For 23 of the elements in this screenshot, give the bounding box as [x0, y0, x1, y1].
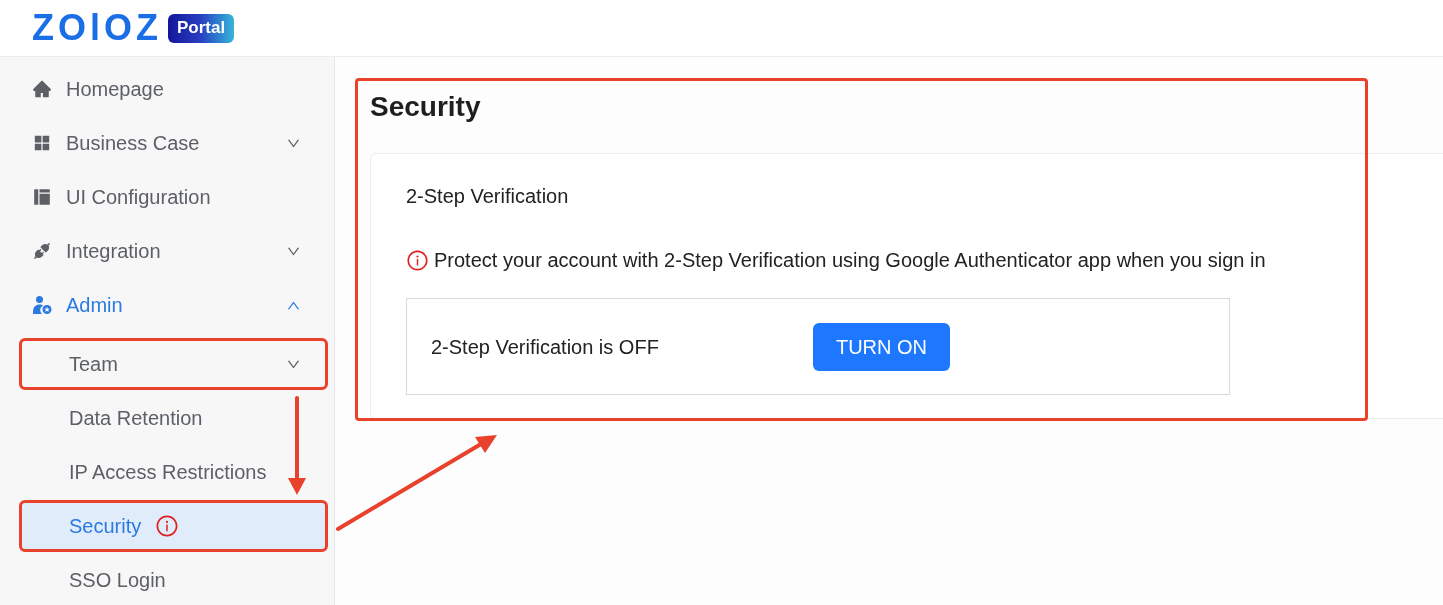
menu-item[interactable]: Security [22, 503, 325, 549]
portal-badge: Portal [168, 13, 235, 43]
home-icon [32, 79, 52, 99]
menu-item[interactable]: Admin [22, 282, 325, 328]
logo: ZOlOZ [32, 8, 162, 48]
info-icon [406, 248, 429, 272]
menu-item[interactable]: Team [22, 341, 325, 387]
menu-item[interactable]: SSO Login [22, 557, 325, 603]
notice-text: Protect your account with 2-Step Verification using Google Authenticator app when you sign in [434, 248, 1266, 273]
layout-icon [32, 187, 52, 207]
menu-item[interactable]: Data Retention [22, 395, 325, 441]
turn-on-button[interactable]: TURN ON [813, 322, 950, 371]
status-text: 2-Step Verification is OFF [431, 335, 659, 358]
grid-icon [32, 133, 52, 153]
menu-item[interactable]: Integration [22, 228, 325, 274]
plug-icon [32, 241, 52, 261]
menu-item[interactable]: Business Case [22, 120, 325, 166]
menu-item[interactable]: UI Configuration [22, 174, 325, 220]
menu-item[interactable]: IP Access Restrictions [22, 449, 325, 495]
page-title: Security [370, 90, 481, 124]
user-badge-icon [32, 295, 52, 315]
card-title: 2-Step Verification [406, 184, 569, 209]
menu-item[interactable]: Homepage [22, 66, 325, 112]
